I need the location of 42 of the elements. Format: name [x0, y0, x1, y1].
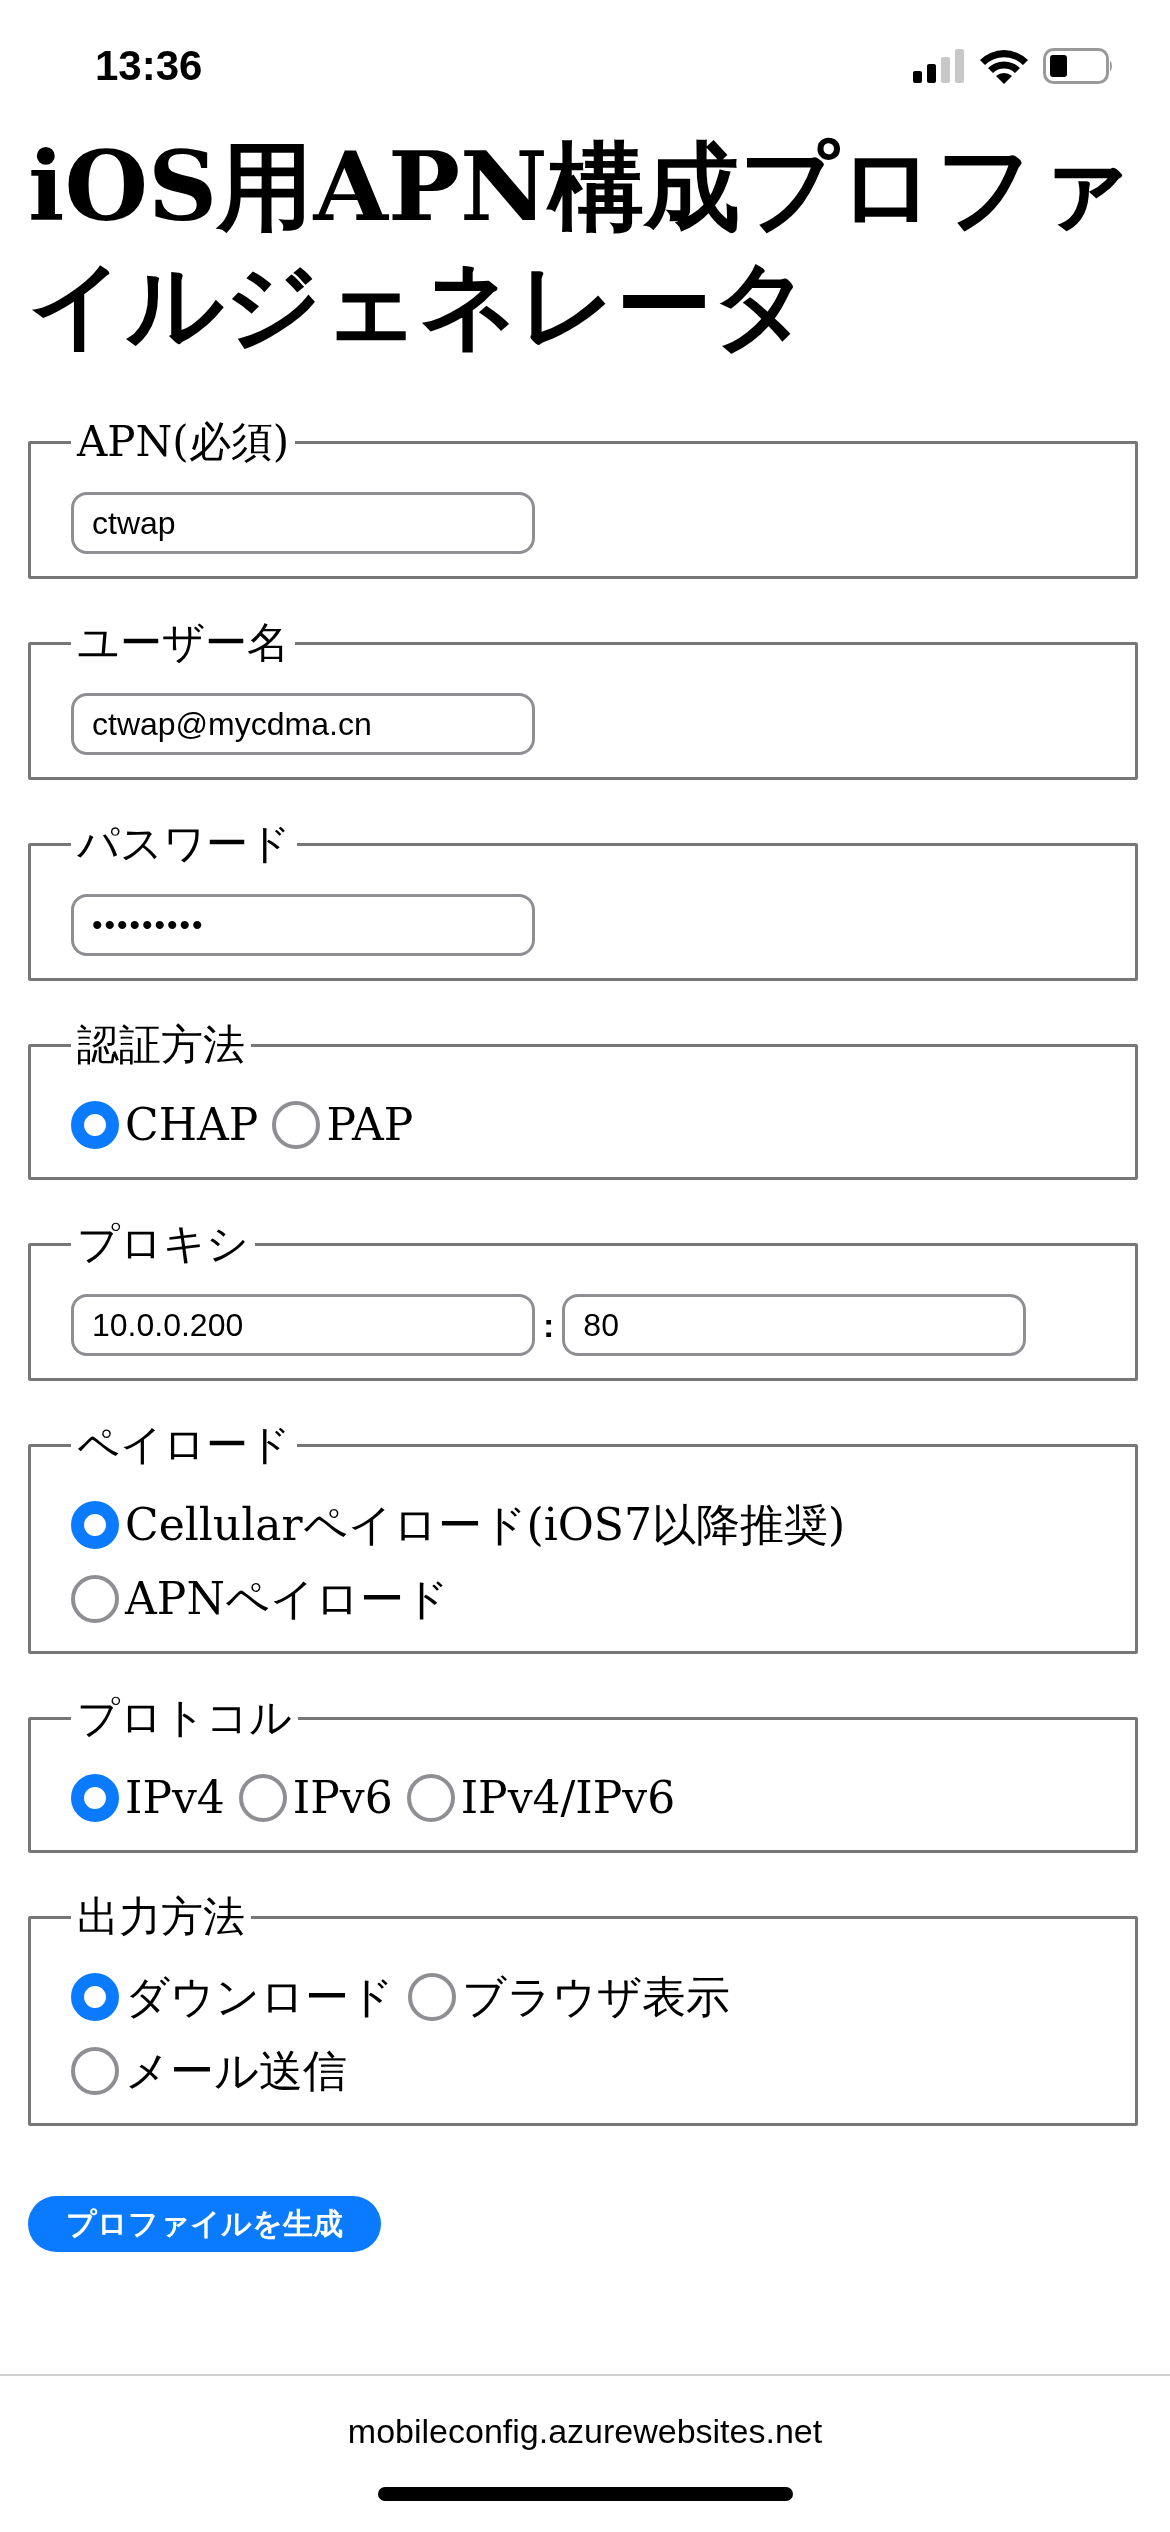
section-legend: パスワード	[71, 818, 297, 870]
radio-label[interactable]: メール送信	[125, 2041, 347, 2101]
radio-button[interactable]	[71, 1575, 119, 1623]
section-legend: 出力方法	[71, 1891, 251, 1943]
input-field[interactable]: ctwap	[71, 492, 535, 554]
input-field[interactable]: 80	[562, 1294, 1027, 1356]
radio-label[interactable]: CHAP	[125, 1095, 259, 1155]
battery-icon	[1043, 48, 1115, 84]
radio-button[interactable]	[272, 1101, 321, 1149]
radio-label[interactable]: IPv4	[125, 1768, 225, 1828]
generate-button[interactable]: プロファイルを生成	[28, 2196, 381, 2252]
radio-label[interactable]: APNペイロード	[125, 1569, 449, 1629]
radio-label[interactable]: ダウンロード	[125, 1967, 394, 2027]
radio-label[interactable]: ブラウザ表示	[462, 1967, 730, 2027]
section-legend: ペイロード	[71, 1419, 297, 1471]
radio-label[interactable]: IPv6	[292, 1768, 393, 1828]
page-title: iOS用APN構成プロファ	[28, 129, 1132, 245]
radio-button[interactable]	[71, 1101, 119, 1149]
section-legend: プロトコル	[71, 1692, 298, 1744]
input-field[interactable]: •••••••••	[71, 894, 535, 956]
radio-label[interactable]: PAP	[326, 1095, 414, 1155]
radio-button[interactable]	[238, 1774, 287, 1822]
section-legend: 認証方法	[71, 1019, 251, 1071]
radio-label[interactable]: IPv4/IPv6	[460, 1768, 676, 1828]
radio-button[interactable]	[71, 1501, 119, 1549]
section-legend: APN(必須)	[71, 416, 296, 468]
page-title: イルジェネレータ	[28, 247, 810, 363]
radio-label[interactable]: Cellularペイロード(iOS7以降推奨)	[125, 1495, 846, 1555]
radio-button[interactable]	[71, 1774, 119, 1822]
radio-button[interactable]	[406, 1774, 455, 1822]
input-field[interactable]: 10.0.0.200	[71, 1294, 535, 1356]
section-legend: ユーザー名	[71, 617, 295, 669]
radio-button[interactable]	[408, 1973, 456, 2021]
section-legend: プロキシ	[71, 1218, 255, 1270]
wifi-icon	[979, 48, 1029, 84]
clock-time: 13:36	[95, 42, 203, 90]
signal-icon	[913, 49, 965, 83]
separator-colon: :	[542, 1305, 556, 1345]
radio-button[interactable]	[71, 2047, 119, 2095]
url-text: mobileconfig.azurewebsites.net	[347, 2412, 823, 2451]
input-field[interactable]: ctwap@mycdma.cn	[71, 693, 535, 755]
radio-button[interactable]	[71, 1973, 119, 2021]
